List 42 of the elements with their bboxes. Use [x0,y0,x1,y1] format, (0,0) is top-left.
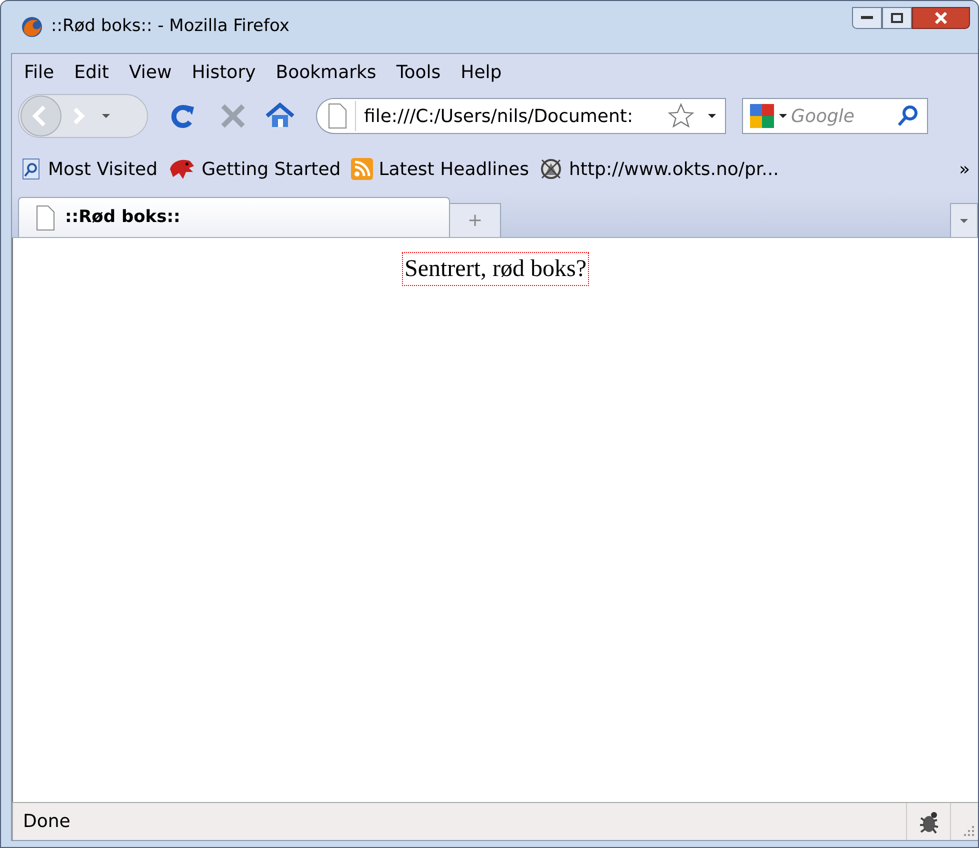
address-input[interactable]: file:///C:/Users/nils/Document: [364,102,667,130]
search-input[interactable]: Google [791,102,893,130]
bookmarks-overflow-chevron[interactable]: » [958,156,970,182]
back-icon [19,94,63,138]
minimize-button[interactable] [852,7,882,29]
maximize-icon [891,13,903,23]
menu-item[interactable]: Help [460,58,502,86]
menu-item[interactable]: File [24,58,54,86]
bookmark-link[interactable]: Getting Started [202,156,341,182]
search-field[interactable]: Google [742,98,928,134]
browser-tab[interactable]: ::Rød boks:: [18,197,450,237]
page-icon [35,204,55,230]
menu-item[interactable]: Bookmarks [276,58,376,86]
status-text: Done [22,810,72,834]
close-icon [935,12,947,24]
search-engine-logo-icon [749,103,775,129]
menu-item[interactable]: Tools [396,58,441,86]
dropdown-arrow-icon[interactable] [707,112,717,120]
magnifier-page-icon [22,158,42,180]
firefox-logo-icon [21,16,43,38]
close-button[interactable] [912,7,970,29]
dropdown-arrow-icon [959,218,969,224]
bookmark-link[interactable]: Most Visited [48,156,158,182]
window-title: ::Rød boks:: - Mozilla Firefox [51,15,290,38]
dragon-head-icon [168,157,196,181]
rss-feed-icon [350,158,373,180]
minimize-icon [861,16,873,20]
star-icon[interactable] [667,102,695,130]
menu-item[interactable]: Edit [74,58,109,86]
menu-item[interactable]: View [128,58,172,86]
bookmark-link[interactable]: http://www.okts.no/pr... [569,156,779,182]
page-icon [327,103,347,129]
search-icon[interactable] [897,105,919,127]
resize-grip-icon[interactable] [963,825,975,837]
emblem-icon [539,157,564,181]
menu-item[interactable]: History [192,58,256,86]
dropdown-arrow-icon[interactable] [779,112,787,120]
dotted-box-text: Sentrert, rød boks? [402,252,590,286]
dropdown-arrow-icon [101,112,111,120]
bookmark-link[interactable]: Latest Headlines [378,156,530,182]
maximize-button[interactable] [882,7,912,29]
address-field[interactable]: file:///C:/Users/nils/Document: [316,98,726,134]
